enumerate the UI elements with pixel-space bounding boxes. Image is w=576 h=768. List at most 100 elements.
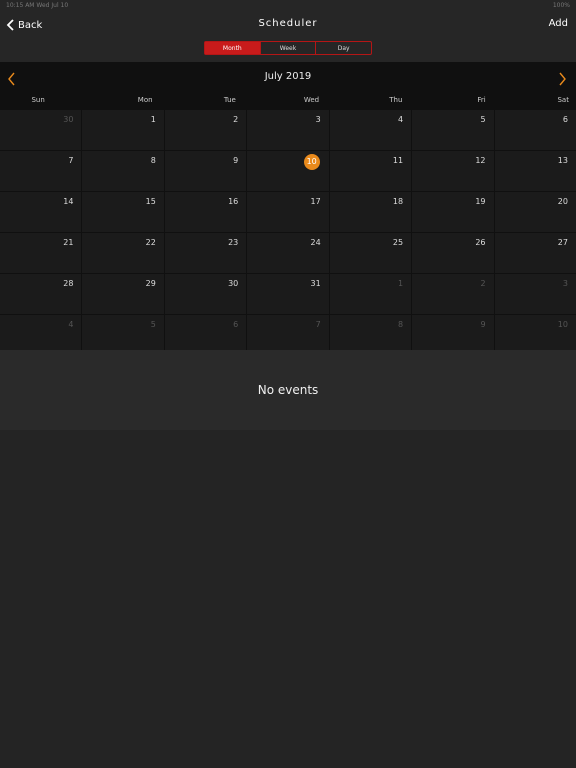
empty-area <box>0 430 576 768</box>
calendar-day[interactable]: 29 <box>81 274 163 314</box>
segment-month[interactable]: Month <box>205 42 260 54</box>
calendar-day[interactable]: 18 <box>328 192 411 232</box>
day-number: 6 <box>233 320 239 329</box>
calendar-day[interactable]: 2 <box>163 110 246 150</box>
calendar-day[interactable]: 24 <box>246 233 328 273</box>
calendar-day[interactable]: 5 <box>81 315 163 355</box>
day-number: 5 <box>480 115 486 124</box>
day-number: 16 <box>228 197 239 206</box>
calendar-day[interactable]: 31 <box>246 274 328 314</box>
day-number: 7 <box>68 156 74 165</box>
calendar-day[interactable]: 2 <box>411 274 493 314</box>
day-number: 25 <box>392 238 404 247</box>
calendar-week-row: 28 29 30 31 1 2 3 <box>0 273 576 314</box>
weekday-label: Wed <box>303 96 320 104</box>
calendar-day[interactable]: 11 <box>328 151 411 191</box>
calendar-day[interactable]: 7 <box>246 315 328 355</box>
calendar-day[interactable]: 4 <box>328 110 411 150</box>
day-number: 18 <box>392 197 404 206</box>
day-number: 14 <box>63 197 74 206</box>
calendar-day[interactable]: 9 <box>411 315 493 355</box>
calendar-day[interactable]: 4 <box>0 315 81 355</box>
calendar-day[interactable]: 8 <box>81 151 163 191</box>
weekday-label: Thu <box>389 96 403 104</box>
calendar-week-row: 30 1 2 3 4 5 6 <box>0 109 576 150</box>
month-header: July 2019 <box>0 62 576 92</box>
day-number: 5 <box>150 320 156 329</box>
day-number: 17 <box>310 197 321 206</box>
calendar-day[interactable]: 16 <box>163 192 246 232</box>
day-number: 20 <box>557 197 568 206</box>
next-month-button[interactable] <box>558 71 568 86</box>
calendar-day[interactable]: 3 <box>493 274 576 314</box>
day-number: 22 <box>145 238 156 247</box>
day-number: 9 <box>233 156 239 165</box>
day-number: 10 <box>303 154 320 170</box>
weekday-label: Sat <box>557 96 569 104</box>
day-number: 4 <box>398 115 404 124</box>
calendar-day[interactable]: 14 <box>0 192 81 232</box>
calendar-day-today[interactable]: 10 <box>246 151 328 191</box>
calendar-day[interactable]: 21 <box>0 233 81 273</box>
calendar-day[interactable]: 27 <box>493 233 576 273</box>
calendar-day[interactable]: 30 <box>0 110 81 150</box>
weekday-label: Sun <box>31 96 45 104</box>
calendar-day[interactable]: 26 <box>411 233 493 273</box>
calendar-day[interactable]: 3 <box>246 110 328 150</box>
calendar-day[interactable]: 25 <box>328 233 411 273</box>
day-number: 2 <box>233 115 239 124</box>
calendar-day[interactable]: 1 <box>328 274 411 314</box>
segment-week[interactable]: Week <box>259 42 316 54</box>
battery-status: 100% <box>552 2 570 9</box>
page-title: Scheduler <box>258 18 318 29</box>
day-number: 29 <box>145 279 156 288</box>
weekday-header: Sun Mon Tue Wed Thu Fri Sat <box>0 92 576 109</box>
day-grid: 30 1 2 3 4 5 6 7 8 9 10 11 12 13 14 15 16 17 18 19 20 21 22 23 2… <box>0 109 576 355</box>
add-button[interactable]: Add <box>549 18 568 29</box>
calendar-day[interactable]: 28 <box>0 274 81 314</box>
calendar-week-row: 7 8 9 10 11 12 13 <box>0 150 576 191</box>
calendar-day[interactable]: 7 <box>0 151 81 191</box>
day-number: 1 <box>150 115 156 124</box>
calendar-day[interactable]: 10 <box>493 315 576 355</box>
month-title: July 2019 <box>264 71 312 82</box>
no-events-text: No events <box>257 383 319 397</box>
calendar-day[interactable]: 13 <box>493 151 576 191</box>
day-number: 13 <box>557 156 568 165</box>
calendar-day[interactable]: 22 <box>81 233 163 273</box>
calendar-day[interactable]: 8 <box>328 315 411 355</box>
day-number: 3 <box>315 115 321 124</box>
calendar-day[interactable]: 9 <box>163 151 246 191</box>
day-number: 27 <box>557 238 568 247</box>
day-number: 21 <box>63 238 74 247</box>
calendar-day[interactable]: 19 <box>411 192 493 232</box>
calendar-day[interactable]: 6 <box>493 110 576 150</box>
calendar-day[interactable]: 1 <box>81 110 163 150</box>
day-number: 11 <box>392 156 404 165</box>
calendar-day[interactable]: 5 <box>411 110 493 150</box>
day-number: 2 <box>480 279 486 288</box>
calendar-day[interactable]: 15 <box>81 192 163 232</box>
day-number: 8 <box>150 156 156 165</box>
status-time-date: 10:15 AM Wed Jul 10 <box>6 2 69 9</box>
day-number: 7 <box>315 320 321 329</box>
calendar-week-row: 4 5 6 7 8 9 10 <box>0 314 576 355</box>
day-number: 19 <box>475 197 486 206</box>
weekday-label: Tue <box>223 96 236 104</box>
calendar-day[interactable]: 17 <box>246 192 328 232</box>
day-number: 15 <box>145 197 156 206</box>
calendar-day[interactable]: 23 <box>163 233 246 273</box>
day-number: 24 <box>310 238 321 247</box>
segment-day[interactable]: Day <box>315 42 371 54</box>
chevron-right-icon <box>559 72 566 86</box>
view-segmented-control: Month Week Day <box>204 41 372 55</box>
day-number: 10 <box>557 320 568 329</box>
month-calendar: July 2019 Sun Mon Tue Wed Thu Fri Sat 30… <box>0 62 576 355</box>
day-number: 23 <box>228 238 239 247</box>
day-number: 9 <box>480 320 486 329</box>
day-number: 12 <box>475 156 486 165</box>
calendar-day[interactable]: 20 <box>493 192 576 232</box>
calendar-day[interactable]: 12 <box>411 151 493 191</box>
calendar-day[interactable]: 6 <box>163 315 246 355</box>
calendar-day[interactable]: 30 <box>163 274 246 314</box>
